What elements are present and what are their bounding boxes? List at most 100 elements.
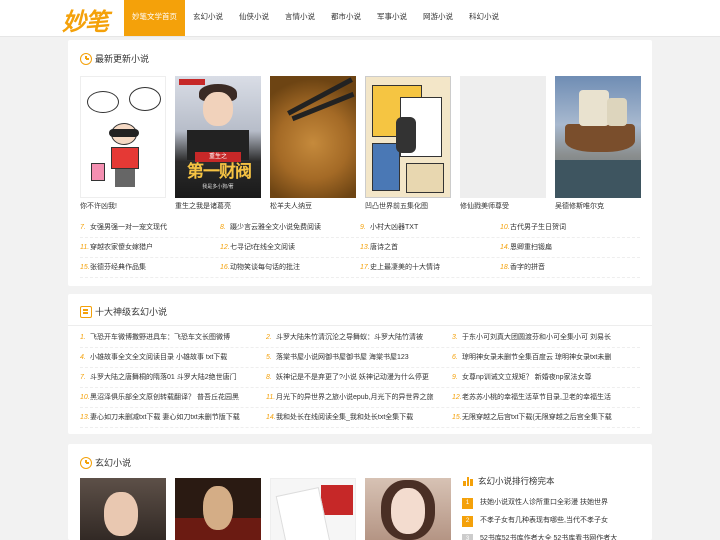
list-item[interactable]: 6. 琼明神女录未删节全集百度云 琼明神女录txt未删 (452, 348, 638, 367)
list-item[interactable]: 4. 小雄故事全文全文阅读目录 小雄故事 txt下载 (80, 348, 266, 367)
book-cover[interactable] (270, 478, 356, 540)
nav-junshi[interactable]: 军事小说 (369, 0, 415, 36)
latest-updates-title: 最新更新小说 (95, 54, 150, 64)
ranking-item[interactable]: 2 不孝子女有几种表现有哪些,当代不孝子女 (462, 512, 642, 530)
top-fantasy-title: 十大神级玄幻小说 (95, 307, 168, 317)
book-cover-placeholder[interactable] (460, 76, 546, 198)
book-card[interactable]: 重生之 第一财阀 我是多小狗/著 重生之我是诸葛亮 (175, 76, 261, 211)
book-card[interactable]: 你不许凶我! (80, 76, 166, 211)
divider (68, 325, 652, 326)
list-item[interactable]: 9. 小村大凶器TXT (360, 218, 500, 237)
latest-updates-list: 7. 女强男强一对一宠文现代 8. 蹑少言云雅全文小说免费阅读 9. 小村大凶器TXT… (80, 218, 640, 278)
top-fantasy-header: 十大神级玄幻小说 (80, 305, 167, 318)
list-row: 1. 飞恐开车微博撒野进具车：飞恐车文长图微博 2. 斗罗大陆朱竹清沉沦之导舞蚁：斗… (80, 328, 640, 348)
fantasy-header: 玄幻小说 (80, 456, 131, 469)
fantasy-title: 玄幻小说 (95, 458, 132, 468)
book-title[interactable]: 重生之我是诸葛亮 (175, 201, 261, 211)
ranking-header: 玄幻小说排行榜完本 (462, 474, 642, 488)
ranking-item[interactable]: 3 52书库52书库作者大全 52书库看书网作者大 (462, 530, 642, 540)
list-item[interactable]: 11.月光下的异世界之旅小说epub,月光下的异世界之旅 (266, 388, 452, 407)
nav-home[interactable]: 妙笔文学首页 (124, 0, 185, 36)
list-item[interactable]: 11.穿越农家傻女嫁猎户 (80, 238, 220, 257)
list-row: 7. 斗罗大陆之唐舞桐的隋落01 斗罗大陆2绝世唐门 8. 妖神记是不是弃更了?小说… (80, 368, 640, 388)
site-logo[interactable]: 妙笔 (62, 2, 109, 37)
list-item[interactable]: 12.七寻记t在线全文阅读 (220, 238, 360, 257)
ranking-item[interactable]: 1 扶她小说双性人诊所重口全彩漫 扶她世界 (462, 494, 642, 512)
rank-title[interactable]: 扶她小说双性人诊所重口全彩漫 扶她世界 (480, 494, 608, 512)
book-card[interactable]: 凹凸世界前五集化图 (365, 76, 451, 211)
list-item[interactable]: 13.唐诗之首 (360, 238, 500, 257)
rank-title[interactable]: 52书库52书库作者大全 52书库看书网作者大 (480, 530, 617, 540)
list-item[interactable]: 15.无限穿越之后宫txt下载(无限穿越之后宫全集下载 (452, 408, 638, 427)
rank-number: 1 (462, 497, 473, 509)
main-nav: 妙笔文学首页 玄幻小说 仙侠小说 言情小说 都市小说 军事小说 网游小说 科幻小… (124, 0, 507, 36)
latest-updates-header: 最新更新小说 (80, 52, 149, 65)
nav-xuanhuan[interactable]: 玄幻小说 (185, 0, 231, 36)
list-row: 10.黑沼泽俱乐部全文原创转载翻译？ 普吾丘花园黑 11.月光下的异世界之旅小说… (80, 388, 640, 408)
book-cover-natto[interactable] (270, 76, 356, 198)
book-title[interactable]: 吴德修斯唯尔克 (555, 201, 641, 211)
alarm-clock-icon (80, 52, 92, 65)
list-item[interactable]: 12.老苏苏小桃的幸福生活草节目录,卫老的幸福生活 (452, 388, 638, 407)
clock-icon (80, 456, 92, 469)
list-item[interactable]: 3. 于东小可刘真大团圆渡芬和小可全集小可 刘易长 (452, 328, 638, 347)
book-cover-ship[interactable] (555, 76, 641, 198)
list-row: 11.穿越农家傻女嫁猎户 12.七寻记t在线全文阅读 13.唐诗之首 14.恩卿… (80, 238, 640, 258)
book-card[interactable]: 吴德修斯唯尔克 (555, 76, 641, 211)
book-card[interactable]: 松羊夫人纳豆 (270, 76, 356, 211)
list-item[interactable]: 2. 斗罗大陆朱竹清沉沦之导舞蚁：斗罗大陆竹清被 (266, 328, 452, 347)
list-item[interactable]: 10.黑沼泽俱乐部全文原创转载翻译？ 普吾丘花园黑 (80, 388, 266, 407)
list-row: 7. 女强男强一对一宠文现代 8. 蹑少言云雅全文小说免费阅读 9. 小村大凶器TXT… (80, 218, 640, 238)
book-cover-cartoon[interactable] (80, 76, 166, 198)
cover-text-line1: 重生之 (195, 152, 241, 162)
book-title[interactable]: 你不许凶我! (80, 201, 166, 211)
site-header: 妙笔 妙笔文学首页 玄幻小说 仙侠小说 言情小说 都市小说 军事小说 网游小说 … (0, 0, 720, 37)
book-cover[interactable] (80, 478, 166, 540)
list-icon (80, 305, 92, 318)
rank-number: 2 (462, 515, 473, 527)
list-row: 13.妻心如刀未删减txt下载 妻心如刀txt未删节版下载 14.我和处长在线阅… (80, 408, 640, 428)
book-cover-zhuge[interactable]: 重生之 第一财阀 我是多小狗/著 (175, 76, 261, 198)
nav-xianxia[interactable]: 仙侠小说 (231, 0, 277, 36)
nav-yanqing[interactable]: 言情小说 (277, 0, 323, 36)
list-item[interactable]: 14.我和处长在线阅读全集_我和处长txt全集下载 (266, 408, 452, 427)
book-title[interactable]: 凹凸世界前五集化图 (365, 201, 451, 211)
nav-wangyou[interactable]: 网游小说 (415, 0, 461, 36)
nav-dushi[interactable]: 都市小说 (323, 0, 369, 36)
fantasy-panel: 玄幻小说 玄幻小说排行榜完本 1 扶她小说双性人诊所重口全彩漫 扶她世界 2 不… (68, 444, 652, 540)
list-item[interactable]: 9. 女尊np训诫文立规矩？ 新婚夜np家法女尊 (452, 368, 638, 387)
cover-text-line2: 第一财阀 (187, 162, 252, 181)
list-item[interactable]: 1. 飞恐开车微博撒野进具车：飞恐车文长图微博 (80, 328, 266, 347)
book-card[interactable]: 修仙戮美师尊受 (460, 76, 546, 211)
nav-kehuan[interactable]: 科幻小说 (461, 0, 507, 36)
book-cover-comic[interactable] (365, 76, 451, 198)
list-item[interactable]: 5. 落棠书屋小说网御书屋御书屋 海棠书屋123 (266, 348, 452, 367)
list-item[interactable]: 15.张德芬经典作品集 (80, 258, 220, 277)
list-item[interactable]: 8. 蹑少言云雅全文小说免费阅读 (220, 218, 360, 237)
latest-book-covers: 你不许凶我! 重生之 第一财阀 我是多小狗/著 重生之我是诸葛亮 松羊夫人纳豆 … (80, 76, 641, 212)
rank-number: 3 (462, 533, 473, 540)
book-cover[interactable] (175, 478, 261, 540)
list-item[interactable]: 7. 斗罗大陆之唐舞桐的隋落01 斗罗大陆2绝世唐门 (80, 368, 266, 387)
latest-updates-panel: 最新更新小说 你不许凶我! 重生之 第一财阀 我是多小狗/著 重生之我是诸葛亮 (68, 40, 652, 286)
rank-title[interactable]: 不孝子女有几种表现有哪些,当代不孝子女 (480, 512, 608, 530)
book-title[interactable]: 松羊夫人纳豆 (270, 201, 356, 211)
list-item[interactable]: 13.妻心如刀未删减txt下载 妻心如刀txt未删节版下载 (80, 408, 266, 427)
list-item[interactable]: 14.恩卿重扫锻扁 (500, 238, 640, 257)
cover-author: 我是多小狗/著 (202, 184, 234, 190)
list-item[interactable]: 10.古代男子生日贺词 (500, 218, 640, 237)
fantasy-ranking: 玄幻小说排行榜完本 1 扶她小说双性人诊所重口全彩漫 扶她世界 2 不孝子女有几… (462, 474, 642, 540)
book-cover[interactable] (365, 478, 451, 540)
list-row: 4. 小雄故事全文全文阅读目录 小雄故事 txt下载 5. 落棠书屋小说网御书屋御书… (80, 348, 640, 368)
list-row: 15.张德芬经典作品集 16.动物笑谈每句话的批注 17.史上最凄美的十大情诗 … (80, 258, 640, 278)
list-item[interactable]: 7. 女强男强一对一宠文现代 (80, 218, 220, 237)
top-fantasy-panel: 十大神级玄幻小说 1. 飞恐开车微博撒野进具车：飞恐车文长图微博 2. 斗罗大陆朱竹… (68, 294, 652, 434)
bar-chart-icon (462, 475, 474, 487)
ranking-title: 玄幻小说排行榜完本 (478, 476, 555, 486)
list-item[interactable]: 17.史上最凄美的十大情诗 (360, 258, 500, 277)
book-title[interactable]: 修仙戮美师尊受 (460, 201, 546, 211)
top-fantasy-list: 1. 飞恐开车微博撒野进具车：飞恐车文长图微博 2. 斗罗大陆朱竹清沉沦之导舞蚁：斗… (80, 328, 640, 428)
list-item[interactable]: 8. 妖神记是不是弃更了?小说 妖神记动漫为什么停更 (266, 368, 452, 387)
list-item[interactable]: 18.香字的拼音 (500, 258, 640, 277)
list-item[interactable]: 16.动物笑谈每句话的批注 (220, 258, 360, 277)
